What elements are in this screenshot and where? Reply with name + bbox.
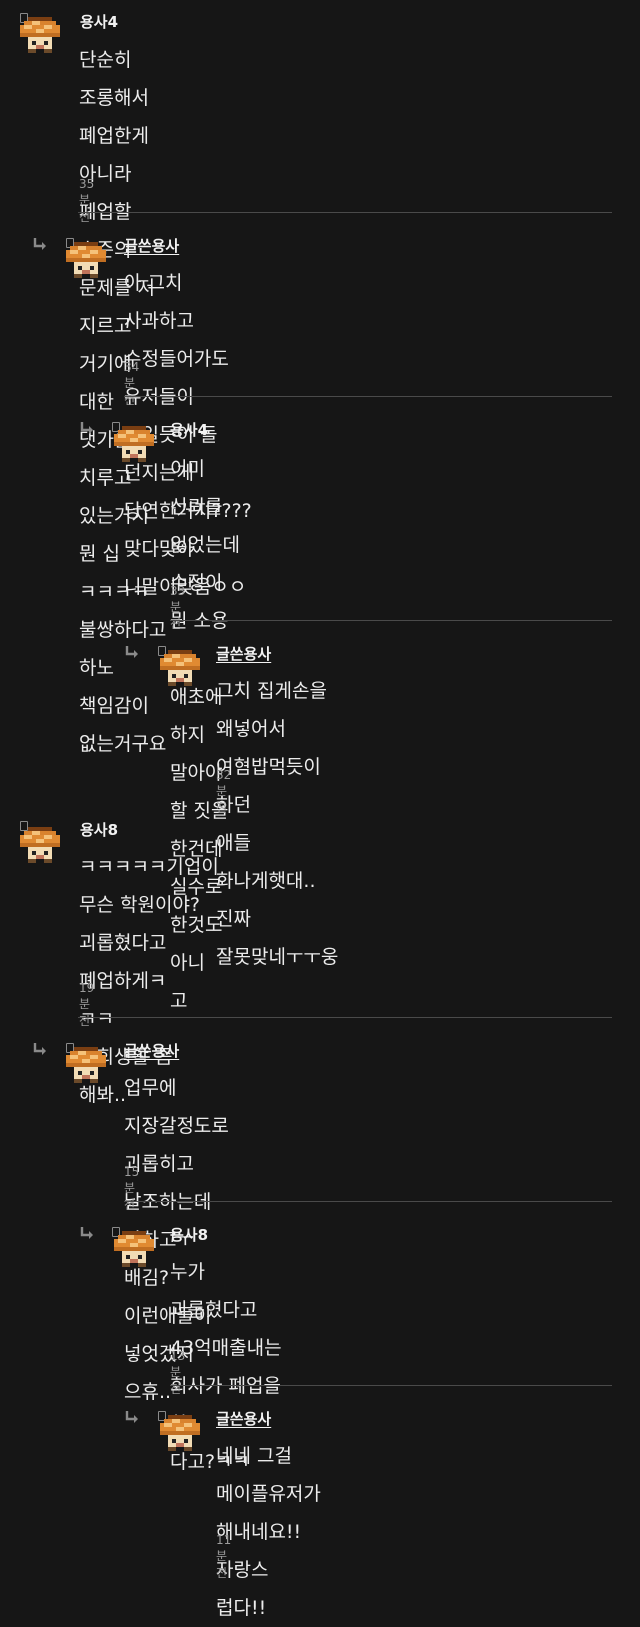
orange-mushroom-avatar-icon[interactable] <box>114 1230 154 1272</box>
username[interactable]: 용사4 <box>170 420 208 440</box>
reply-arrow-icon <box>124 645 140 659</box>
timestamp: 32분 전 <box>216 768 232 815</box>
username[interactable]: 용사8 <box>80 820 118 840</box>
orange-mushroom-avatar-icon[interactable] <box>160 1414 200 1456</box>
username[interactable]: 글쓴용사 <box>124 236 179 256</box>
timestamp: 35분 전 <box>79 177 95 224</box>
username[interactable]: 글쓴용사 <box>216 644 271 664</box>
comment-thread: 용사4 단순히 조롱해서 폐업한게 아니라 폐업할 수준의 문제를 저 지르고 … <box>0 0 640 1619</box>
username[interactable]: 글쓴용사 <box>216 1409 271 1429</box>
orange-mushroom-avatar-icon[interactable] <box>66 1046 106 1088</box>
username[interactable]: 용사4 <box>80 12 118 32</box>
reply-arrow-icon <box>32 237 48 251</box>
divider <box>124 1201 612 1202</box>
timestamp: 34분 전 <box>124 360 140 407</box>
divider <box>170 1385 612 1386</box>
username[interactable]: 용사8 <box>170 1225 208 1245</box>
divider <box>124 396 612 397</box>
timestamp: 13분 전 <box>170 1349 186 1396</box>
divider <box>78 212 612 213</box>
comment-text: 네네 그걸 메이플유저가 해내네요!! 자랑스 럽다!! <box>216 1445 321 1619</box>
reply-arrow-icon <box>124 1410 140 1424</box>
divider <box>78 1017 612 1018</box>
reply-arrow-icon <box>79 421 95 435</box>
comment-text: 그치 집게손을 왜넣어서 여혐밥먹듯이 하던 애들 화나게햇대.. 진짜 잘못맞… <box>216 680 339 968</box>
orange-mushroom-avatar-icon[interactable] <box>20 826 60 868</box>
orange-mushroom-avatar-icon[interactable] <box>160 649 200 691</box>
timestamp: 33분 전 <box>170 584 186 631</box>
divider <box>170 620 612 621</box>
reply-arrow-icon <box>79 1226 95 1240</box>
orange-mushroom-avatar-icon[interactable] <box>66 241 106 283</box>
username[interactable]: 글쓴용사 <box>124 1041 179 1061</box>
timestamp: 19분 전 <box>79 981 95 1028</box>
reply-arrow-icon <box>32 1042 48 1056</box>
timestamp: 11분 전 <box>216 1533 232 1580</box>
timestamp: 15분 전 <box>124 1165 140 1212</box>
orange-mushroom-avatar-icon[interactable] <box>20 16 60 58</box>
orange-mushroom-avatar-icon[interactable] <box>114 425 154 467</box>
